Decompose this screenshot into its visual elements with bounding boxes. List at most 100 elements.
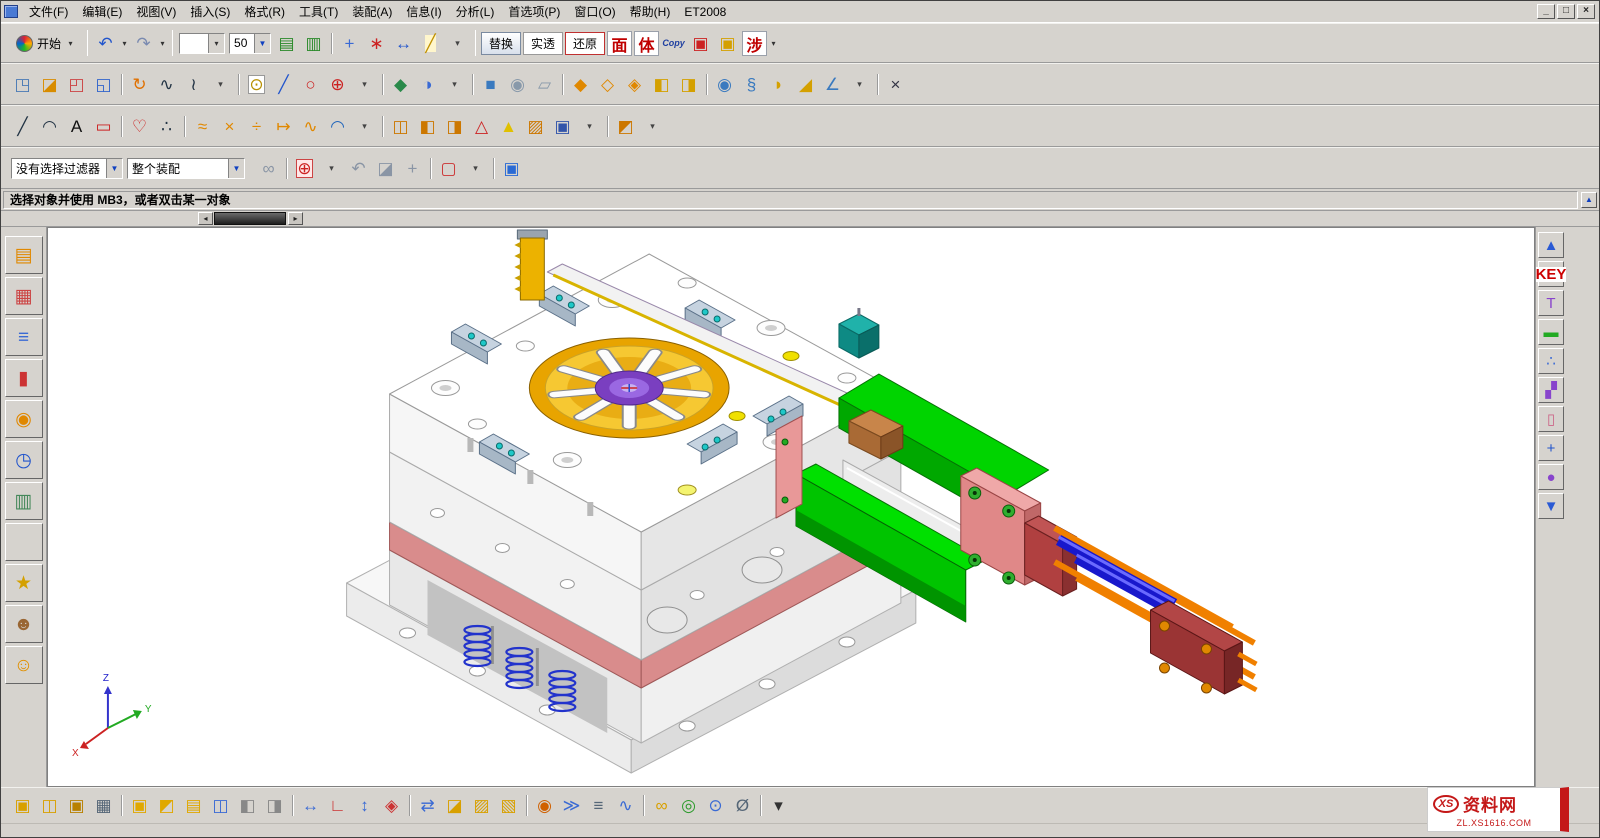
revolve-icon[interactable]: ◑ xyxy=(414,71,441,98)
history-icon[interactable]: ◷ xyxy=(5,441,43,479)
wrap-curve-icon[interactable]: ◨ xyxy=(441,113,468,140)
menu-format[interactable]: 格式(R) xyxy=(237,0,292,23)
interpart-link-icon[interactable]: ∞ xyxy=(255,155,282,182)
weight-management-icon[interactable]: Ø xyxy=(729,792,756,819)
datum-plane-icon[interactable]: ◰ xyxy=(63,71,90,98)
rectangle-tool-icon[interactable]: ▭ xyxy=(90,113,117,140)
capsule-tool-icon[interactable]: ▬ xyxy=(1538,319,1564,345)
arrangements-icon[interactable]: ≡ xyxy=(585,792,612,819)
extrude-icon[interactable]: ◆ xyxy=(387,71,414,98)
gear-rack[interactable] xyxy=(514,230,547,300)
menu-information[interactable]: 信息(I) xyxy=(399,0,448,23)
iso-view-cube-icon[interactable]: ▣ xyxy=(498,155,525,182)
component-window-icon[interactable]: ▣ xyxy=(63,792,90,819)
menu-file[interactable]: 文件(F) xyxy=(22,0,75,23)
redo-button[interactable]: ↷ xyxy=(130,30,157,57)
point-cloud-icon[interactable]: ∴ xyxy=(153,113,180,140)
move-to-layer-icon[interactable]: ▥ xyxy=(300,30,327,57)
curve-length-icon[interactable]: ↦ xyxy=(270,113,297,140)
mirror-assembly-icon[interactable]: ◫ xyxy=(207,792,234,819)
delete-face-icon[interactable]: × xyxy=(882,71,909,98)
tube-tool-icon[interactable]: ▯ xyxy=(1538,406,1564,432)
scroll-down-icon[interactable]: ▼ xyxy=(1538,493,1564,519)
bridge-curve-icon[interactable]: ◠ xyxy=(324,113,351,140)
explode-icon[interactable]: ◉ xyxy=(531,792,558,819)
move-face-icon[interactable]: ◩ xyxy=(612,113,639,140)
selection-scope-dropdown[interactable]: 整个装配▼ xyxy=(127,158,245,179)
display-style-dropdown[interactable]: ▾ xyxy=(179,33,225,54)
shape-dropdown[interactable]: ▾ xyxy=(441,71,468,98)
zoom-combo[interactable]: 50▼ xyxy=(229,33,271,54)
assembly-constraints-icon[interactable]: ∟ xyxy=(324,792,351,819)
ruler-icon[interactable]: ╱ xyxy=(417,30,444,57)
suppress-component-icon[interactable]: ◧ xyxy=(234,792,261,819)
pocket-icon[interactable]: ▱ xyxy=(531,71,558,98)
face-button[interactable]: 面 xyxy=(607,31,632,56)
curves-dropdown[interactable]: ▾ xyxy=(207,71,234,98)
palette-icon[interactable] xyxy=(5,523,43,561)
substitute-shape-icon[interactable]: ▨ xyxy=(468,792,495,819)
undo-dropdown[interactable]: ▾ xyxy=(119,30,130,56)
trim-curve-icon[interactable]: × xyxy=(216,113,243,140)
menu-view[interactable]: 视图(V) xyxy=(129,0,183,23)
snap-point-tool-icon[interactable]: ∗ xyxy=(363,30,390,57)
mold-assembly[interactable] xyxy=(347,230,1257,773)
restore-display-button[interactable]: 还原 xyxy=(565,32,605,55)
undo-button[interactable]: ↶ xyxy=(92,30,119,57)
collapse-assembly-icon[interactable]: ▦ xyxy=(90,792,117,819)
patch-surface-icon[interactable]: ▲ xyxy=(495,113,522,140)
status-scroll-up-icon[interactable]: ▲ xyxy=(1581,192,1597,208)
detail-dropdown[interactable]: ▾ xyxy=(846,71,873,98)
restore-button[interactable]: □ xyxy=(1557,4,1575,19)
replace-component-icon[interactable]: ⇄ xyxy=(414,792,441,819)
orient-csys-icon[interactable]: + xyxy=(336,30,363,57)
circle-icon[interactable]: ○ xyxy=(297,71,324,98)
sew-surface-icon[interactable]: △ xyxy=(468,113,495,140)
make-unique-icon[interactable]: ◪ xyxy=(441,792,468,819)
rotary-disk[interactable] xyxy=(529,338,729,438)
assembly-info-icon[interactable]: ⊙ xyxy=(702,792,729,819)
point-dropdown[interactable]: ▾ xyxy=(351,71,378,98)
wcs-cube-icon[interactable]: ▣ xyxy=(687,30,714,57)
zoom-caret[interactable]: ▼ xyxy=(254,34,270,53)
pattern-component-icon[interactable]: ▤ xyxy=(180,792,207,819)
move-component-icon[interactable]: ↔ xyxy=(297,792,324,819)
blob-tool-icon[interactable]: ● xyxy=(1538,464,1564,490)
plus-tool-icon[interactable]: + xyxy=(1538,435,1564,461)
part-navigator-icon[interactable]: ≡ xyxy=(5,318,43,356)
scroll-left-button[interactable]: ◂ xyxy=(198,212,213,225)
limit-switch-block[interactable] xyxy=(839,308,879,358)
subtract-icon[interactable]: ◇ xyxy=(594,71,621,98)
process-studio-icon[interactable]: ▥ xyxy=(5,482,43,520)
redo-dropdown[interactable]: ▾ xyxy=(157,30,168,56)
layer-settings-icon[interactable]: ▤ xyxy=(273,30,300,57)
snap-point-icon[interactable]: ⊕ xyxy=(291,155,318,182)
unite-icon[interactable]: ◆ xyxy=(567,71,594,98)
transform-icon[interactable]: ◳ xyxy=(9,71,36,98)
smooth-curve-icon[interactable]: ∿ xyxy=(297,113,324,140)
arc-tool-icon[interactable]: ◠ xyxy=(36,113,63,140)
datum-csys-icon[interactable]: ◱ xyxy=(90,71,117,98)
shaded-tool-icon[interactable]: ◪ xyxy=(372,155,399,182)
contacts-icon[interactable]: ☺ xyxy=(5,646,43,684)
line-icon[interactable]: ╱ xyxy=(270,71,297,98)
minimize-button[interactable]: _ xyxy=(1537,4,1555,19)
project-curve-icon[interactable]: ◫ xyxy=(387,113,414,140)
intersect-icon[interactable]: ◈ xyxy=(621,71,648,98)
spheres-tool-icon[interactable]: ∴ xyxy=(1538,348,1564,374)
scroll-up-icon[interactable]: ▲ xyxy=(1538,232,1564,258)
menu-insert[interactable]: 插入(S) xyxy=(183,0,237,23)
selection-filter-caret[interactable]: ▼ xyxy=(106,159,122,178)
combine-curve-icon[interactable]: ◧ xyxy=(414,113,441,140)
menu-tools[interactable]: 工具(T) xyxy=(292,0,345,23)
interpart-modeling-icon[interactable]: ∞ xyxy=(648,792,675,819)
translucent-button[interactable]: 实透 xyxy=(523,32,563,55)
studio-spline-icon[interactable]: ♡ xyxy=(126,113,153,140)
groups-icon[interactable]: ☻ xyxy=(5,605,43,643)
web-browser-icon[interactable]: ◉ xyxy=(5,400,43,438)
assembly-navigator-icon[interactable]: ▤ xyxy=(5,236,43,274)
join-curve-icon[interactable]: ⊙ xyxy=(243,71,270,98)
start-dropdown-caret[interactable]: ▾ xyxy=(65,30,76,56)
surface-dropdown[interactable]: ▾ xyxy=(576,113,603,140)
replace-button[interactable]: 替换 xyxy=(481,32,521,55)
